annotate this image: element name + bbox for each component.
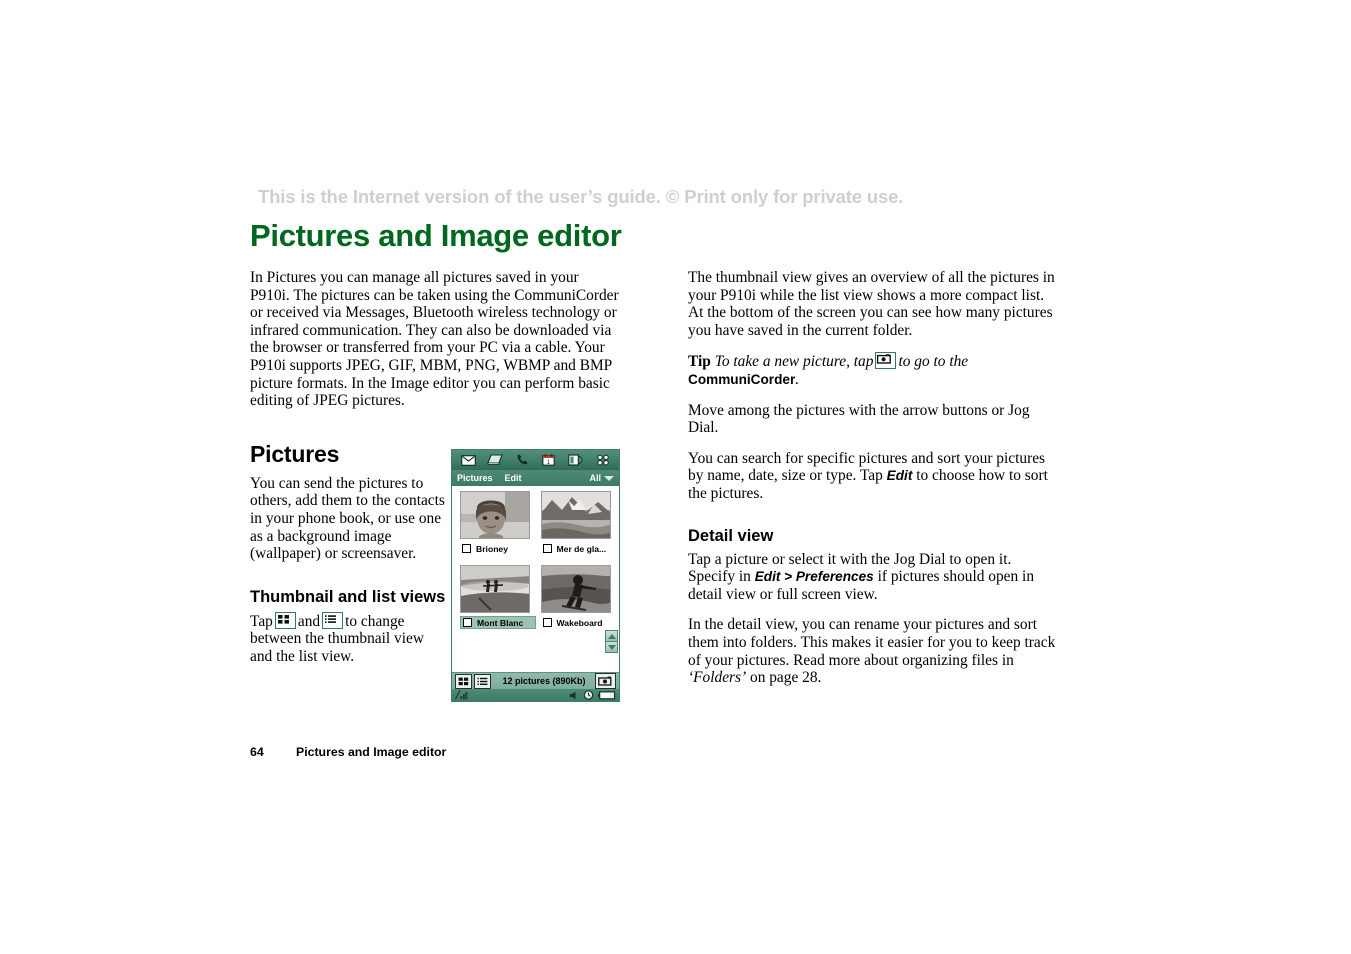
speaker-icon[interactable] [569, 687, 579, 705]
thumbnail-row-1: Brioney Mer de gla... [452, 491, 619, 555]
list-view-icon[interactable] [474, 673, 491, 689]
battery-icon[interactable] [598, 687, 616, 705]
footer-label: Pictures and Image editor [296, 745, 447, 759]
detail-view-paragraph-1: Tap a picture or select it with the Jog … [688, 551, 1060, 604]
right-column: The thumbnail view gives an overview of … [688, 269, 1060, 687]
and-word: and [297, 612, 321, 630]
thumbnail-row-2: Mont Blanc Wakeboard [452, 565, 619, 629]
envelope-icon[interactable] [458, 452, 478, 468]
page-footer: 64 Pictures and Image editor [250, 745, 446, 759]
tip-paragraph: Tip To take a new picture, tap to go to t… [688, 352, 1060, 388]
internet-version-notice: This is the Internet version of the user… [258, 186, 904, 207]
edit-preferences-emphasis: Edit > Preferences [754, 569, 874, 585]
menu-item-edit[interactable]: Edit [505, 473, 522, 483]
thumbnail-image-mont-blanc[interactable] [460, 565, 530, 613]
beach-surfers-art [461, 566, 529, 612]
menu-item-pictures[interactable]: Pictures [457, 473, 493, 483]
phone-handset-icon[interactable] [512, 452, 532, 468]
thumbnail-cell[interactable]: Mer de gla... [540, 491, 620, 555]
thumbnail-label: Brioney [476, 543, 508, 554]
thumbnail-cell[interactable]: Wakeboard [540, 565, 620, 629]
tray-right-group [569, 687, 616, 705]
thumbnail-image-brioney[interactable] [460, 491, 530, 539]
checkbox-icon[interactable] [463, 618, 472, 627]
thumbnail-caption-selected[interactable]: Mont Blanc [460, 616, 536, 629]
thumbnail-views-paragraph: Tap and to change between the thumbnail vi… [250, 611, 446, 666]
tip-text-middle: to go to the [898, 353, 969, 371]
jotter-icon[interactable] [485, 452, 505, 468]
contacts-icon[interactable] [566, 452, 586, 468]
device-content-area: Brioney Mer de gla... Mont Blanc Wakeboa… [452, 486, 619, 672]
thumbnail-label: Mer de gla... [556, 543, 607, 554]
search-sort-paragraph: You can search for specific pictures and… [688, 450, 1060, 503]
page: This is the Internet version of the user… [0, 0, 1351, 954]
thumbnail-caption[interactable]: Wakeboard [541, 616, 620, 629]
thumbnail-overview-paragraph: The thumbnail view gives an overview of … [688, 269, 1055, 339]
filter-label-all[interactable]: All [589, 473, 601, 483]
thumbnail-label: Mont Blanc [477, 617, 524, 628]
folders-text-start: In the detail view, you can rename your … [688, 616, 1056, 669]
camera-icon [875, 352, 897, 370]
grid-view-icon [274, 611, 296, 629]
checkbox-icon[interactable] [462, 544, 471, 553]
tip-period: . [795, 370, 800, 388]
checkbox-icon[interactable] [542, 618, 552, 627]
tap-word: Tap [250, 612, 273, 630]
checkbox-icon[interactable] [542, 544, 552, 553]
device-screenshot: 1 Pictures Edit All Brioney Mer de gla..… [451, 449, 620, 702]
thumbnail-cell[interactable]: Mont Blanc [460, 565, 539, 629]
device-menu-bar: Pictures Edit All [452, 470, 619, 486]
thumbnail-label: Wakeboard [556, 617, 603, 628]
edit-menu-emphasis: Edit [886, 468, 913, 484]
wakeboarder-art [541, 566, 610, 612]
more-apps-grid-icon[interactable] [593, 452, 613, 468]
thumbnail-and-list-views-heading: Thumbnail and list views [250, 587, 446, 606]
scrollbar[interactable] [605, 630, 618, 653]
picture-count-status: 12 pictures (890Kb) [502, 676, 586, 686]
thumbnail-caption[interactable]: Mer de gla... [541, 542, 620, 555]
calendar-icon[interactable]: 1 [539, 452, 559, 468]
list-view-icon [322, 611, 344, 629]
mountain-glacier-art [541, 492, 610, 538]
tip-label: Tip [688, 353, 711, 371]
tip-communicorder-emphasis: CommuniCorder [688, 371, 796, 387]
detail-view-heading: Detail view [688, 526, 774, 545]
scroll-down-icon[interactable] [605, 641, 618, 653]
page-title: Pictures and Image editor [250, 218, 622, 253]
move-among-pictures-paragraph: Move among the pictures with the arrow b… [688, 401, 1030, 437]
clock-icon[interactable] [583, 687, 594, 705]
portrait-girl-art [461, 492, 529, 538]
device-app-toolbar: 1 [452, 450, 619, 470]
device-system-tray [452, 689, 619, 702]
chevron-down-icon[interactable] [604, 475, 614, 481]
tip-text-start: To take a new picture, tap [714, 353, 874, 371]
thumbnail-image-wakeboard[interactable] [540, 565, 611, 613]
detail-view-paragraph-2: In the detail view, you can rename your … [688, 616, 1060, 686]
intro-paragraph: In Pictures you can manage all pictures … [250, 269, 619, 410]
pictures-paragraph: You can send the pictures to others, add… [250, 474, 445, 563]
thumbnail-caption[interactable]: Brioney [460, 542, 539, 555]
thumbnail-cell[interactable]: Brioney [460, 491, 539, 555]
footer-page-number: 64 [250, 745, 264, 759]
signal-bars-icon[interactable] [454, 687, 471, 705]
folders-text-end: on page 28. [750, 669, 822, 687]
thumbnail-image-mer-de-glace[interactable] [540, 491, 611, 539]
folders-reference-emphasis: ‘Folders’ [688, 669, 747, 687]
